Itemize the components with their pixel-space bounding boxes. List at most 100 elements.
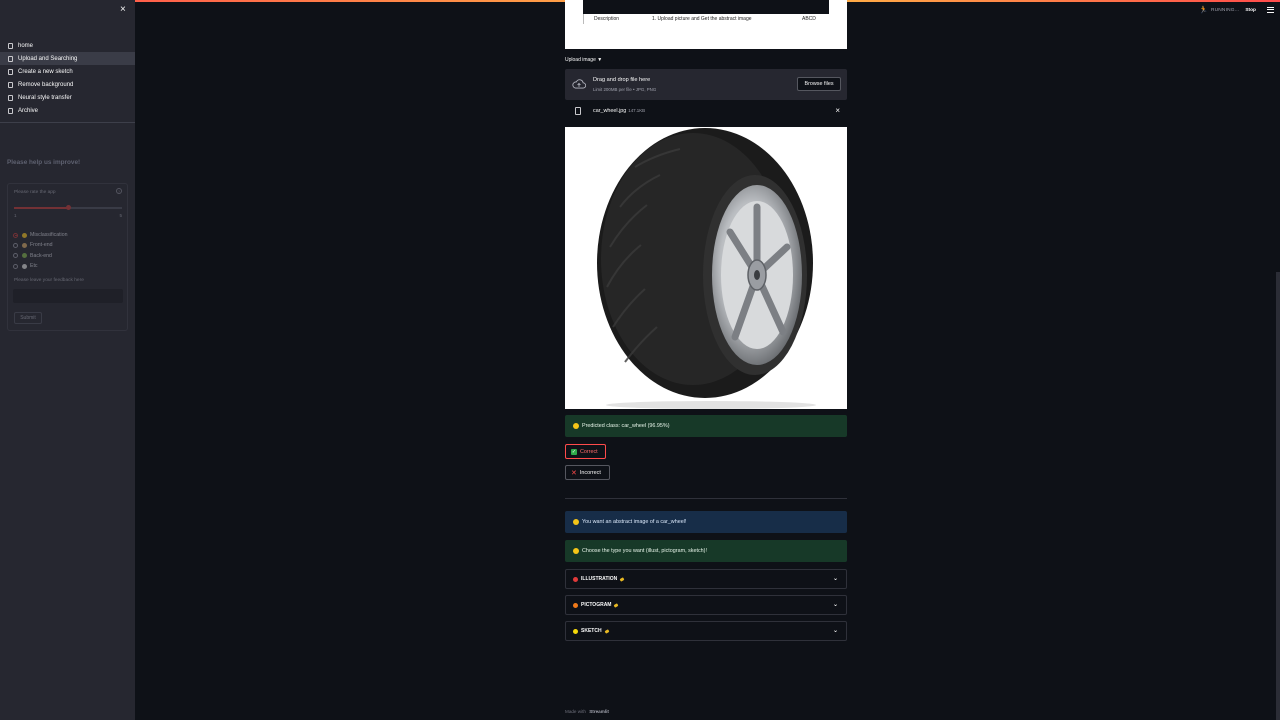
pencil-icon <box>613 602 619 608</box>
dropzone-instructions: Drag and drop file here <box>593 77 651 83</box>
slider-max-label: 5 <box>119 213 122 218</box>
close-sidebar-icon[interactable]: × <box>120 4 126 15</box>
running-man-icon: 🏃 <box>1199 7 1208 14</box>
stop-button[interactable]: Stop <box>1245 8 1256 13</box>
scrollbar[interactable] <box>1276 272 1280 720</box>
radio-option-etc[interactable]: Etc <box>13 261 67 271</box>
sidebar-item-upload-and-searching[interactable]: Upload and Searching <box>0 52 135 65</box>
app-header-status: 🏃 RUNNING... Stop <box>1199 6 1274 14</box>
feedback-heading: Please help us improve! <box>7 159 81 166</box>
expander-pictogram[interactable]: PICTOGRAM ⌄ <box>565 595 847 615</box>
streamlit-link[interactable]: Streamlit <box>589 709 609 714</box>
chevron-down-icon: ⌄ <box>832 628 838 634</box>
incorrect-button[interactable]: ✕ Incorrect <box>565 465 610 480</box>
radio-label: Misclassification <box>30 232 68 239</box>
file-name-text: car_wheel.jpg <box>593 108 627 114</box>
pencil-icon <box>619 576 625 582</box>
incorrect-label: Incorrect <box>579 469 601 476</box>
cloud-upload-icon <box>572 79 586 89</box>
radio-option-misclassification[interactable]: Misclassification <box>13 230 67 240</box>
running-status-text: RUNNING... <box>1210 7 1240 13</box>
page-icon <box>8 81 13 88</box>
expander-illustration[interactable]: ILLUSTRATION ⌄ <box>565 569 847 589</box>
sidebar-item-label: Neural style transfer <box>18 94 72 101</box>
prediction-text: Predicted class: car_wheel (96.95%) <box>582 423 670 429</box>
radio-button[interactable] <box>13 253 18 259</box>
uploaded-file: car_wheel.jpg 147.1KB × <box>565 105 847 118</box>
prediction-alert: Predicted class: car_wheel (96.95%) <box>565 415 847 437</box>
sidebar-item-create-sketch[interactable]: Create a new sketch <box>0 65 135 78</box>
hamburger-icon[interactable] <box>1267 7 1274 13</box>
slider-min-label: 1 <box>14 213 17 218</box>
choose-type-alert: Choose the type you want (illust, pictog… <box>565 540 847 562</box>
table-cell: Description <box>594 16 620 22</box>
sidebar-item-label: home <box>18 42 34 49</box>
radio-option-front-end[interactable]: Front-end <box>13 240 67 250</box>
table-cell: ABCD <box>802 16 816 22</box>
radio-button[interactable] <box>13 232 18 238</box>
instructions-table: Description 1. Upload picture and Get th… <box>565 0 847 49</box>
radio-label: Front-end <box>30 242 53 249</box>
ok-hand-icon <box>573 519 579 525</box>
red-circle-icon <box>573 576 578 582</box>
checkmark-icon: ✓ <box>571 448 577 455</box>
file-size: 147.1KB <box>628 108 646 113</box>
radio-option-back-end[interactable]: Back-end <box>13 251 67 261</box>
yellow-circle-icon <box>573 628 578 634</box>
page-icon <box>8 94 13 101</box>
car-wheel-image <box>597 128 816 409</box>
feedback-category-radio: Misclassification Front-end Back-end Etc <box>13 230 67 271</box>
page-icon <box>8 68 13 75</box>
footer-prefix: Made with <box>565 709 586 714</box>
pencil-icon <box>604 628 610 634</box>
expander-sketch[interactable]: SKETCH ⌄ <box>565 621 847 641</box>
file-icon <box>575 107 581 115</box>
expander-label: ILLUSTRATION <box>581 576 618 582</box>
radio-label: Etc <box>30 263 38 270</box>
sidebar-divider <box>0 122 135 123</box>
feedback-form: Please rate the app ? 1 5 Misclassificat… <box>7 183 128 331</box>
sidebar-item-label: Create a new sketch <box>18 68 73 75</box>
dropzone-limit-text: Limit 200MB per file • JPG, PNG <box>593 87 657 92</box>
chevron-down-icon: ⌄ <box>832 576 838 582</box>
emoji-icon <box>22 253 27 259</box>
grin-icon <box>573 548 579 554</box>
sidebar-item-home[interactable]: home <box>0 39 135 52</box>
feedback-text-input[interactable] <box>13 289 123 303</box>
feedback-text-label: Please leave your feedback here <box>14 278 84 283</box>
sidebar-item-label: Archive <box>18 107 39 114</box>
sidebar-item-label: Upload and Searching <box>18 55 78 62</box>
remove-file-icon[interactable]: × <box>835 106 840 115</box>
uploaded-file-name: car_wheel.jpg 147.1KB <box>593 108 645 114</box>
correct-label: Correct <box>580 448 598 455</box>
running-indicator: 🏃 RUNNING... <box>1199 6 1239 14</box>
radio-button[interactable] <box>13 263 18 269</box>
expander-label: SKETCH <box>581 628 602 634</box>
sidebar-nav: home Upload and Searching Create a new s… <box>0 39 135 117</box>
page-icon <box>8 55 13 62</box>
file-dropzone[interactable]: Drag and drop file here Limit 200MB per … <box>565 69 847 100</box>
info-text: You want an abstract image of a car_whee… <box>582 519 687 525</box>
section-divider <box>565 498 847 499</box>
help-icon[interactable]: ? <box>116 188 122 194</box>
sidebar-item-remove-background[interactable]: Remove background <box>0 78 135 91</box>
browse-files-button[interactable]: Browse files <box>797 77 841 91</box>
emoji-icon <box>22 242 27 248</box>
page-icon <box>8 107 13 114</box>
orange-circle-icon <box>573 602 578 608</box>
sidebar-item-archive[interactable]: Archive <box>0 104 135 117</box>
submit-button[interactable]: Submit <box>14 312 42 324</box>
correct-button[interactable]: ✓ Correct <box>565 444 606 459</box>
rating-label: Please rate the app <box>14 190 56 195</box>
rating-slider[interactable] <box>14 205 122 210</box>
sparkle-icon <box>22 263 27 269</box>
sidebar-item-label: Remove background <box>18 81 74 88</box>
slider-handle[interactable] <box>65 205 71 210</box>
sidebar: × home Upload and Searching Create a new… <box>0 0 135 720</box>
sidebar-item-neural-style-transfer[interactable]: Neural style transfer <box>0 91 135 104</box>
upload-label[interactable]: Upload image ▼ <box>565 57 602 63</box>
radio-button[interactable] <box>13 242 18 248</box>
emoji-icon <box>22 232 27 238</box>
footer: Made with Streamlit <box>565 709 609 714</box>
cross-icon: ✕ <box>571 469 577 477</box>
